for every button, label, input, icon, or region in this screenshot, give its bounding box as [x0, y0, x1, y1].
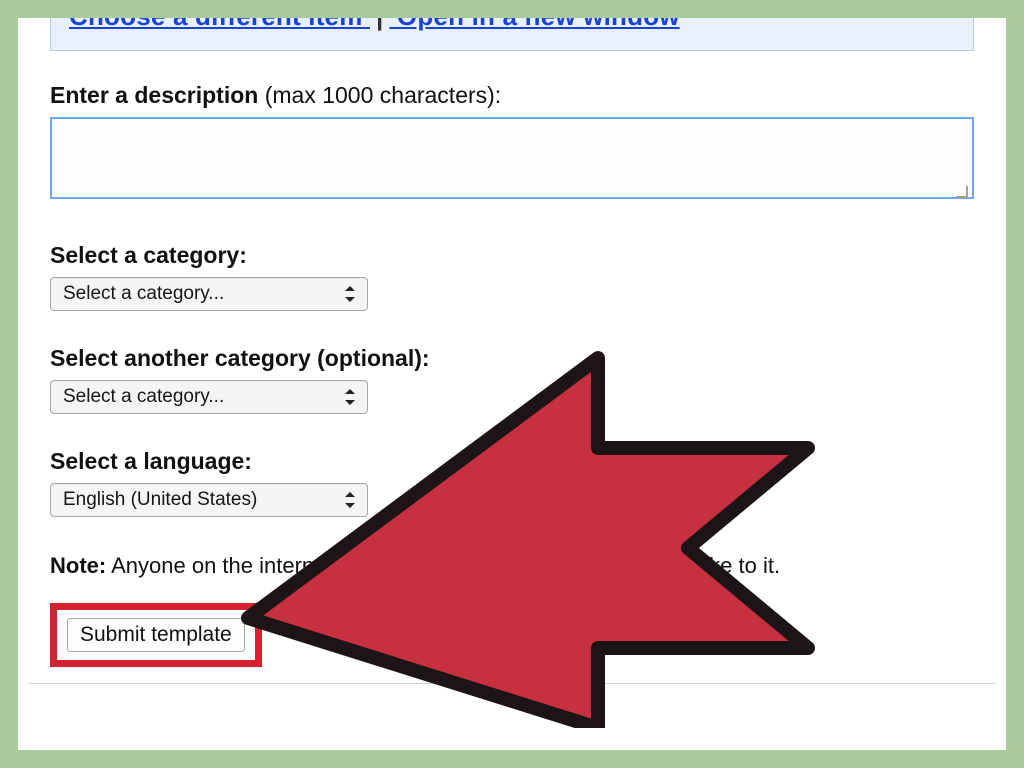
- language-value: English (United States): [63, 489, 257, 511]
- category1-select[interactable]: Select a category...: [50, 277, 368, 311]
- open-new-window-link[interactable]: Open in a new window: [397, 18, 680, 31]
- banner-separator: |: [376, 18, 383, 31]
- note-text: Note: Anyone on the internet wir templat…: [50, 551, 930, 581]
- separator-line: [28, 683, 996, 684]
- category2-select[interactable]: Select a category...: [50, 380, 368, 414]
- language-select[interactable]: English (United States): [50, 483, 368, 517]
- submit-template-button[interactable]: Submit template: [67, 618, 245, 652]
- description-input[interactable]: [50, 117, 974, 199]
- category1-value: Select a category...: [63, 283, 224, 305]
- updown-caret-icon: [345, 492, 357, 508]
- category2-value: Select a category...: [63, 386, 224, 408]
- category1-label: Select a category:: [50, 242, 974, 269]
- submit-highlight-box: Submit template: [50, 603, 262, 667]
- updown-caret-icon: [345, 389, 357, 405]
- description-label: Enter a description (max 1000 characters…: [50, 82, 974, 109]
- category2-label: Select another category (optional):: [50, 345, 974, 372]
- updown-caret-icon: [345, 286, 357, 302]
- info-banner: Choose a different item | Open in a new …: [50, 18, 974, 51]
- choose-different-link[interactable]: Choose a different item: [69, 18, 363, 31]
- language-label: Select a language:: [50, 448, 974, 475]
